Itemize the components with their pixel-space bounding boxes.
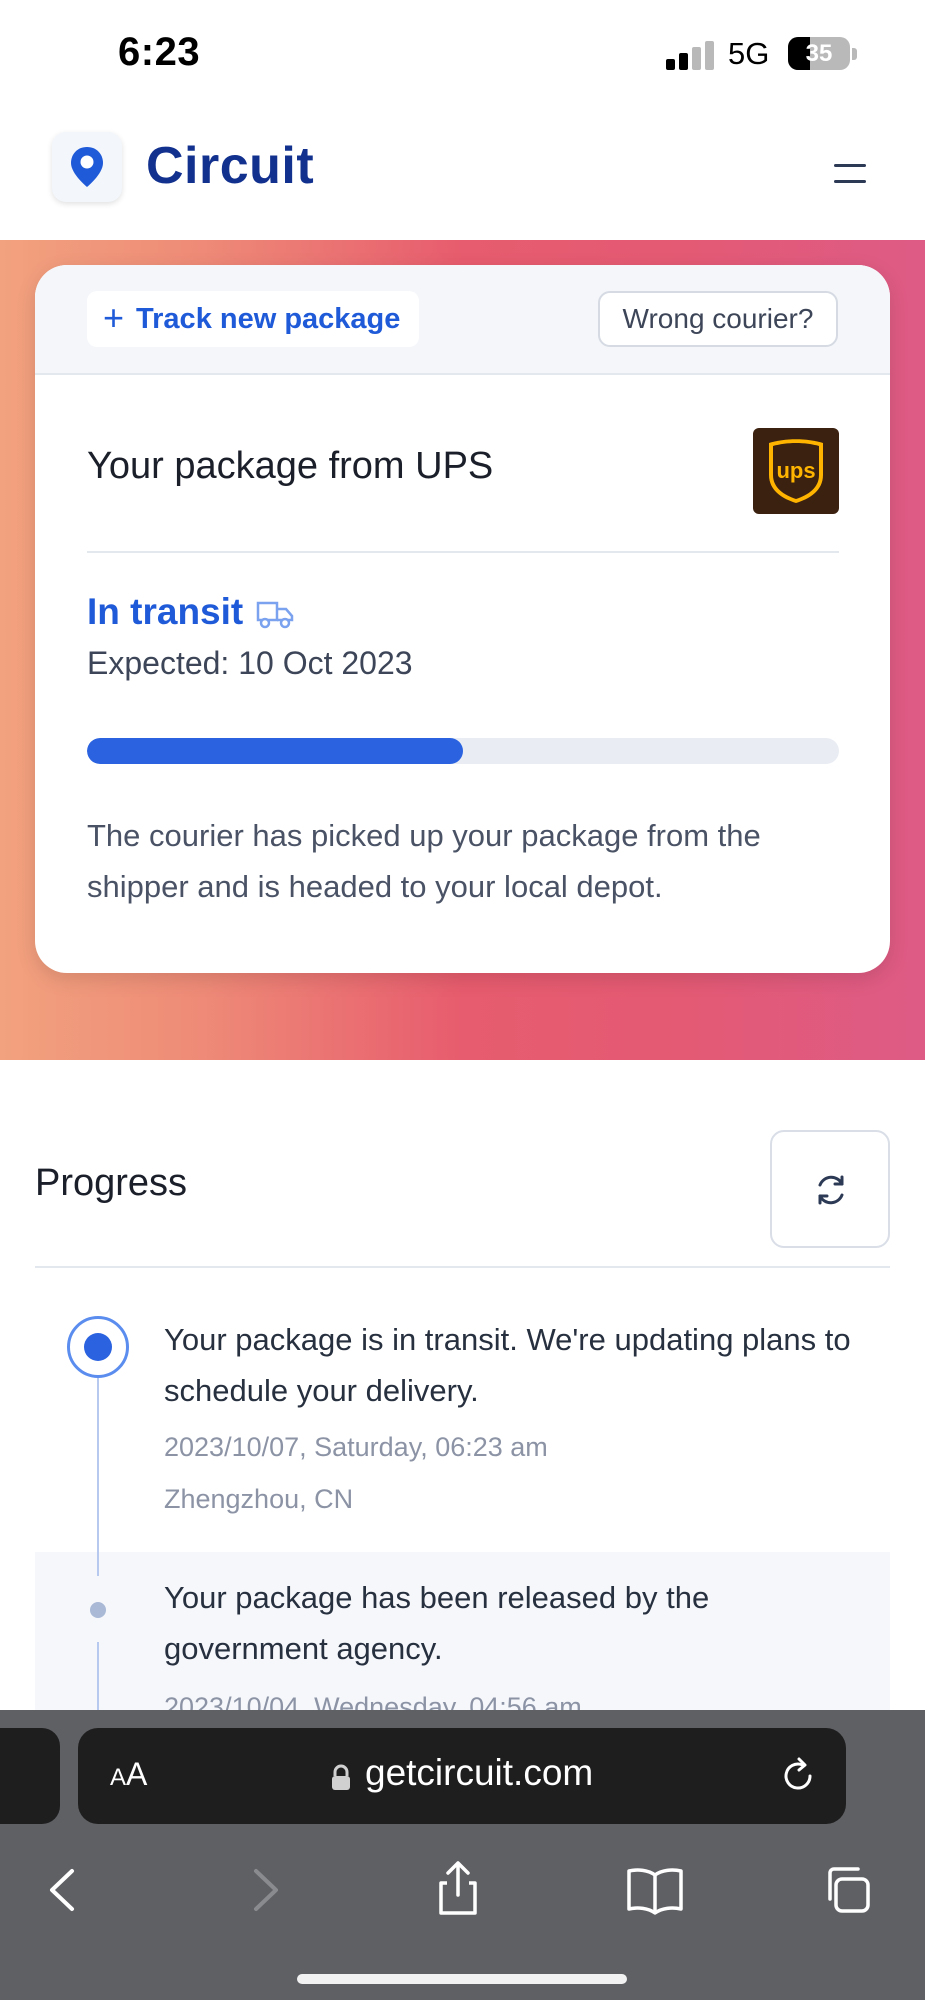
hamburger-menu-icon[interactable] — [828, 160, 876, 190]
package-title: Your package from UPS — [87, 445, 494, 487]
refresh-icon — [818, 1175, 844, 1205]
status-bar: 6:23 5G 35 — [0, 0, 925, 110]
bookmarks-icon[interactable] — [620, 1855, 690, 1925]
browser-toolbar: AA getcircuit.com — [0, 1710, 925, 2000]
timeline-current-dot — [67, 1316, 129, 1378]
package-card: + Track new package Wrong courier? Your … — [35, 265, 890, 973]
hero-banner: + Track new package Wrong courier? Your … — [0, 240, 925, 1060]
network-label: 5G — [728, 36, 770, 71]
battery-icon: 35 — [788, 37, 850, 70]
text-size-button[interactable]: AA — [110, 1756, 147, 1793]
delivery-progress-bar — [87, 738, 839, 764]
timeline-event: Your package has been released by the go… — [35, 1552, 890, 1722]
circuit-logo[interactable] — [52, 132, 122, 202]
timeline-dot — [90, 1602, 106, 1618]
browser-nav-row — [0, 1855, 925, 1925]
battery-level: 35 — [805, 40, 833, 67]
progress-heading: Progress — [35, 1162, 188, 1204]
expected-date: Expected: 10 Oct 2023 — [87, 645, 413, 681]
delivery-status: In transit — [87, 591, 295, 633]
status-label: In transit — [87, 591, 244, 632]
ups-logo: ups — [753, 428, 839, 514]
lock-icon — [332, 1764, 350, 1790]
truck-icon — [257, 601, 294, 629]
timeline-event: Your package is in transit. We're updati… — [35, 1290, 890, 1552]
plus-icon: + — [103, 296, 125, 338]
timeline-line — [97, 1378, 99, 1552]
url-text[interactable]: getcircuit.com — [365, 1752, 593, 1794]
tabs-icon[interactable] — [816, 1855, 886, 1925]
share-icon[interactable] — [423, 1855, 493, 1925]
status-description: The courier has picked up your package f… — [87, 818, 761, 904]
map-pin-icon — [71, 147, 103, 187]
event-location: Zhengzhou, CN — [164, 1484, 354, 1514]
previous-tab-preview[interactable] — [0, 1728, 60, 1824]
timeline-line — [97, 1552, 99, 1576]
track-new-package-button[interactable]: + Track new package — [87, 291, 419, 347]
delivery-progress-fill — [87, 738, 463, 764]
event-text: Your package is in transit. We're updati… — [164, 1322, 851, 1408]
home-indicator — [297, 1974, 627, 1984]
wrong-courier-button[interactable]: Wrong courier? — [598, 291, 838, 347]
card-toolbar: + Track new package Wrong courier? — [35, 265, 890, 375]
app-header: Circuit — [0, 110, 925, 240]
section-divider — [35, 1266, 890, 1268]
reload-icon[interactable] — [778, 1756, 818, 1796]
signal-icon — [666, 40, 716, 70]
brand-name[interactable]: Circuit — [146, 136, 314, 196]
card-divider — [87, 551, 839, 553]
ups-logo-text: ups — [776, 458, 815, 483]
forward-icon[interactable] — [230, 1855, 300, 1925]
event-datetime: 2023/10/07, Saturday, 06:23 am — [164, 1432, 548, 1462]
refresh-button[interactable] — [770, 1130, 890, 1248]
event-text: Your package has been released by the go… — [164, 1580, 710, 1666]
status-time: 6:23 — [118, 30, 201, 74]
address-bar[interactable]: AA getcircuit.com — [78, 1728, 846, 1824]
battery-tip — [852, 48, 857, 60]
back-icon[interactable] — [28, 1855, 98, 1925]
track-new-package-label: Track new package — [136, 302, 401, 335]
